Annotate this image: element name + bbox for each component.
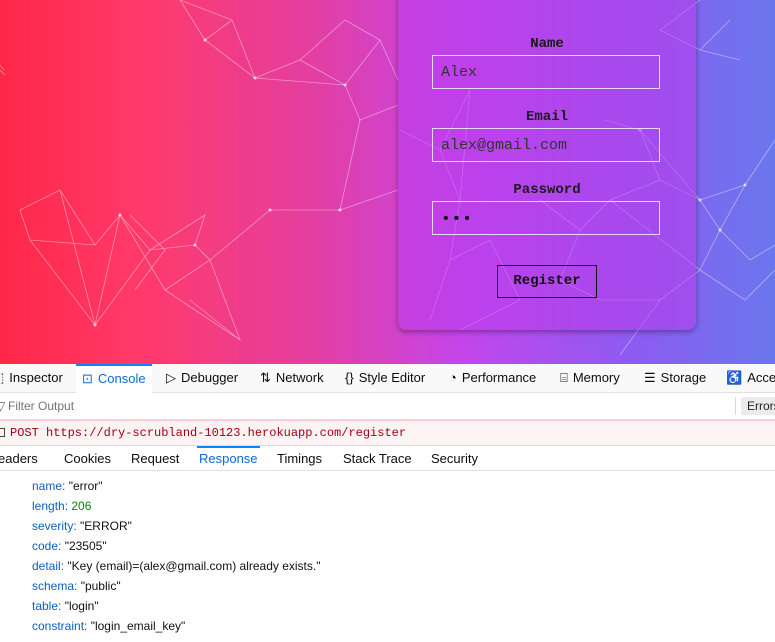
property-row: detail: "Key (email)=(alex@gmail.com) al… <box>32 559 320 573</box>
debugger-icon: ▷ <box>166 370 176 385</box>
tab-label: Inspector <box>9 370 63 385</box>
register-button[interactable]: Register <box>497 265 597 298</box>
property-row: table: "login" <box>32 599 99 613</box>
tab-label: Style Editor <box>358 370 426 385</box>
filter-divider <box>735 397 736 415</box>
request-url: POST https://dry-scrubland-10123.herokua… <box>10 426 407 440</box>
name-label: Name <box>530 36 564 52</box>
subtab-headers[interactable]: eaders <box>0 446 38 470</box>
tab-debugger[interactable]: ▷ Debugger <box>166 364 238 392</box>
tab-label: Console <box>97 371 146 386</box>
property-row: name: "error" <box>32 479 103 493</box>
property-row: length: 206 <box>32 499 91 513</box>
tab-memory[interactable]: ⌸ Memory <box>560 364 620 392</box>
request-detail-tabs: eaders Cookies Request Response Timings … <box>0 446 775 471</box>
storage-icon: ☰ <box>644 370 656 385</box>
subtab-response[interactable]: Response <box>197 446 260 472</box>
property-value: "ERROR" <box>80 519 132 533</box>
tab-label: Acce <box>747 370 775 385</box>
property-key: table: <box>32 599 62 613</box>
property-value: "23505" <box>64 539 107 553</box>
web-page-viewport: Name Alex Email alex@gmail.com Password … <box>0 0 775 364</box>
property-key: detail: <box>32 559 65 573</box>
console-filter-bar: ▽ Filter Output Errors <box>0 393 775 420</box>
response-properties: name: "error" length: 206 severity: "ERR… <box>0 471 775 642</box>
property-value: 206 <box>71 499 92 513</box>
tab-inspector[interactable]: ⬚ Inspector <box>0 364 63 392</box>
request-toggle-icon[interactable] <box>0 428 5 437</box>
register-form-card: Name Alex Email alex@gmail.com Password … <box>398 0 696 330</box>
name-input[interactable]: Alex <box>432 55 660 89</box>
filter-icon: ▽ <box>0 399 6 413</box>
password-input[interactable]: ••• <box>432 201 660 235</box>
errors-filter-button[interactable]: Errors <box>741 397 775 415</box>
inspector-icon: ⬚ <box>0 364 4 392</box>
property-value: "Key (email)=(alex@gmail.com) already ex… <box>67 559 321 573</box>
property-row: severity: "ERROR" <box>32 519 132 533</box>
tab-label: Network <box>275 370 324 385</box>
console-icon: ⊡ <box>82 371 93 386</box>
property-value: "login_email_key" <box>90 619 186 633</box>
devtools-toolbar: ⬚ Inspector ⊡ Console ▷ Debugger ⇅ Network {… <box>0 364 775 394</box>
property-key: constraint: <box>32 619 88 633</box>
property-key: schema: <box>32 579 78 593</box>
subtab-timings[interactable]: Timings <box>277 446 322 470</box>
tab-label: Storage <box>660 370 707 385</box>
property-value: "error" <box>68 479 103 493</box>
password-label: Password <box>513 182 581 198</box>
subtab-cookies[interactable]: Cookies <box>64 446 111 470</box>
tab-label: Memory <box>572 370 620 385</box>
subtab-stack-trace[interactable]: Stack Trace <box>343 446 412 470</box>
tab-performance[interactable]: ◔ Performance <box>449 364 536 392</box>
property-key: length: <box>32 499 69 513</box>
tab-storage[interactable]: ☰ Storage <box>644 364 706 392</box>
subtab-security[interactable]: Security <box>431 446 478 470</box>
tab-network[interactable]: ⇅ Network <box>260 364 324 392</box>
property-row: constraint: "login_email_key" <box>32 619 185 633</box>
style-editor-icon: {} <box>345 370 354 385</box>
property-row: code: "23505" <box>32 539 107 553</box>
email-label: Email <box>525 109 568 125</box>
property-key: name: <box>32 479 66 493</box>
property-value: "public" <box>80 579 121 593</box>
tab-style-editor[interactable]: {} Style Editor <box>345 364 425 392</box>
devtools-panel: ⬚ Inspector ⊡ Console ▷ Debugger ⇅ Network {… <box>0 364 775 642</box>
property-key: code: <box>32 539 62 553</box>
filter-output-input[interactable]: Filter Output <box>8 399 74 413</box>
email-input[interactable]: alex@gmail.com <box>432 128 660 162</box>
property-value: "login" <box>64 599 99 613</box>
memory-icon: ⌸ <box>560 370 568 385</box>
subtab-request[interactable]: Request <box>131 446 179 470</box>
property-row: schema: "public" <box>32 579 121 593</box>
accessibility-icon: ♿ <box>726 370 743 385</box>
tab-console[interactable]: ⊡ Console <box>76 364 152 394</box>
network-icon: ⇅ <box>260 370 271 385</box>
tab-label: Performance <box>461 370 537 385</box>
tab-label: Debugger <box>181 370 239 385</box>
performance-icon: ◔ <box>449 370 457 385</box>
property-key: severity: <box>32 519 77 533</box>
tab-accessibility[interactable]: ♿ Acce <box>726 364 775 392</box>
network-request-row[interactable]: POST https://dry-scrubland-10123.herokua… <box>0 420 775 446</box>
